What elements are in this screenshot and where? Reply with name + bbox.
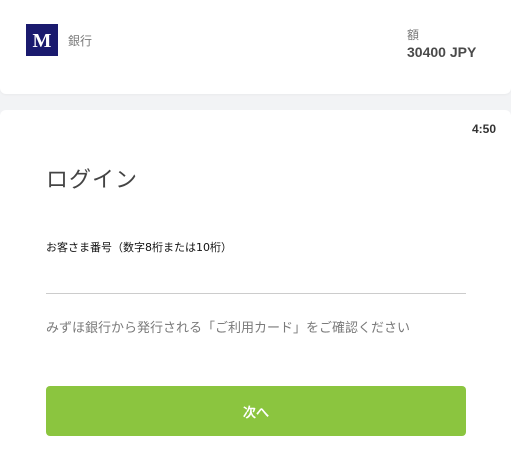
customer-number-input[interactable] xyxy=(46,260,466,294)
page-title: ログイン xyxy=(46,168,139,193)
bank-name: 銀行 xyxy=(68,34,93,48)
login-card: 4:50 ログイン お客さま番号（数字8桁または10桁） みずほ銀行から発行され… xyxy=(0,110,511,466)
payment-header: M 銀行 額 30400 JPY xyxy=(0,0,511,94)
customer-number-label: お客さま番号（数字8桁または10桁） xyxy=(46,241,232,254)
amount-label: 額 xyxy=(407,28,420,42)
bank-logo-letter: M xyxy=(32,29,52,52)
countdown-timer: 4:50 xyxy=(471,122,496,136)
next-button[interactable]: 次へ xyxy=(46,386,466,436)
helper-text: みずほ銀行から発行される「ご利用カード」をご確認ください xyxy=(46,321,411,336)
amount-value: 30400 JPY xyxy=(407,44,477,60)
bank-logo: M xyxy=(26,24,58,56)
